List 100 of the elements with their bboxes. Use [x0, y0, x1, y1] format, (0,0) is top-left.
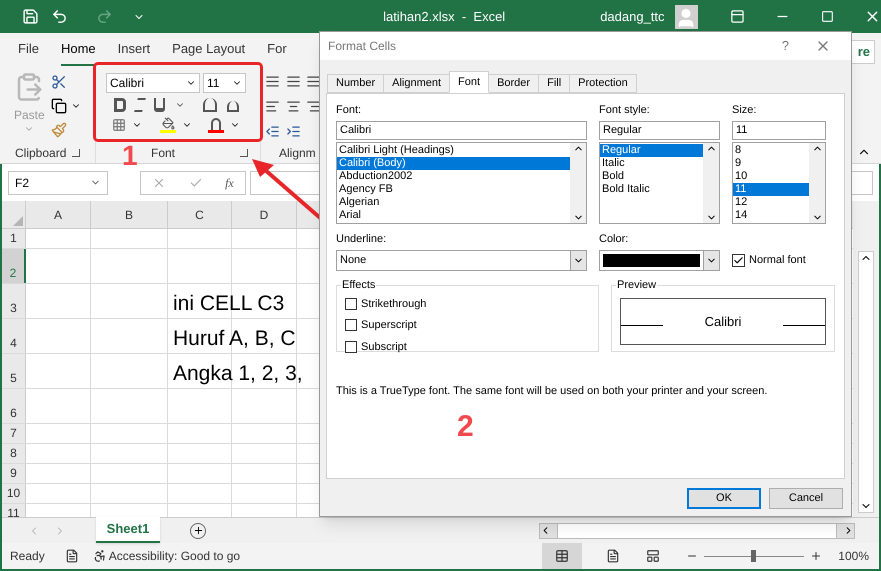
ribbon-tab[interactable]: File	[18, 38, 39, 66]
align-center-icon[interactable]	[286, 99, 301, 114]
row-header[interactable]: 7	[2, 424, 26, 443]
list-scrollbar[interactable]	[809, 142, 825, 222]
list-option[interactable]: Agency FB	[337, 182, 570, 196]
list-option[interactable]: Italic	[600, 156, 703, 170]
ribbon-tab[interactable]: Insert	[118, 38, 150, 66]
column-header[interactable]: D	[260, 206, 268, 224]
increase-indent-icon[interactable]	[286, 124, 301, 139]
format-painter-icon[interactable]	[50, 122, 67, 138]
list-option[interactable]: 8	[733, 144, 809, 156]
list-option[interactable]: Abduction2002	[337, 170, 570, 182]
ribbon-tab[interactable]: Alignment	[383, 74, 450, 93]
macro-icon[interactable]	[64, 549, 79, 563]
avatar-icon[interactable]	[674, 4, 698, 28]
undo-icon[interactable]	[51, 8, 68, 25]
list-scrollbar[interactable]	[570, 142, 586, 222]
list-option[interactable]: 9	[733, 156, 809, 170]
zoom-slider-thumb[interactable]	[751, 550, 756, 562]
row-header[interactable]: 11	[2, 504, 26, 517]
accessibility-icon[interactable]	[92, 549, 107, 563]
page-break-icon[interactable]	[646, 549, 660, 563]
list-option[interactable]: 11	[733, 182, 809, 196]
checkbox[interactable]	[345, 298, 357, 310]
font-size-field[interactable]: 11	[203, 73, 246, 93]
row-header[interactable]: 3	[2, 284, 26, 318]
underline-dropdown[interactable]: None	[336, 250, 587, 271]
list-option[interactable]: Calibri (Body)	[337, 156, 570, 170]
ribbon-tab[interactable]: Home	[60, 38, 96, 66]
align-top-icon[interactable]	[265, 74, 280, 89]
row-header[interactable]: 9	[2, 464, 26, 483]
checkbox[interactable]	[345, 340, 357, 353]
borders-icon[interactable]	[112, 118, 126, 132]
group-legend: Preview	[616, 277, 658, 294]
column-header[interactable]: A	[54, 206, 62, 224]
insert-function-button[interactable]: fx	[225, 174, 234, 192]
list-option[interactable]: Bold Italic	[600, 182, 703, 196]
list-option[interactable]: Arial	[337, 208, 570, 222]
ribbon-tab[interactable]: Font	[449, 71, 490, 93]
align-middle-icon[interactable]	[286, 74, 301, 89]
row-header[interactable]: 8	[2, 444, 26, 463]
font-color-icon[interactable]	[208, 118, 224, 132]
font-field[interactable]: Calibri	[336, 120, 587, 140]
row-header[interactable]: 6	[2, 389, 26, 423]
ribbon-tab[interactable]: Border	[488, 74, 540, 93]
list-option[interactable]: Calibri Light (Headings)	[337, 144, 570, 156]
page-layout-icon[interactable]	[606, 549, 620, 563]
group-label: Alignm	[279, 145, 316, 162]
underline-icon[interactable]	[154, 98, 165, 112]
zoom-level[interactable]: 100%	[838, 547, 869, 565]
maximize-icon[interactable]	[821, 10, 834, 23]
align-right-icon[interactable]	[306, 99, 322, 114]
ribbon-tab[interactable]: Fill	[538, 74, 570, 93]
ribbon-display-icon[interactable]	[730, 9, 746, 24]
dialog-button[interactable]: Cancel	[769, 488, 843, 509]
fill-color-icon[interactable]	[160, 117, 176, 133]
align-left-icon[interactable]	[265, 99, 280, 114]
row-header[interactable]: 4	[2, 319, 26, 353]
align-bottom-icon[interactable]	[306, 74, 322, 89]
sheet-tab[interactable]: Sheet1	[96, 516, 160, 542]
list-option[interactable]: 10	[733, 170, 809, 182]
list-scrollbar[interactable]	[703, 142, 719, 222]
checkbox-label: Strikethrough	[361, 296, 426, 312]
list-option[interactable]: Regular	[600, 144, 703, 156]
copy-icon[interactable]	[50, 98, 67, 114]
ribbon-tab[interactable]: Page Layout	[172, 38, 246, 66]
list-option[interactable]: Algerian	[337, 196, 570, 208]
column-header[interactable]: C	[195, 206, 204, 224]
ribbon-tab[interactable]: For	[267, 38, 287, 66]
checkbox[interactable]	[345, 319, 357, 332]
cut-icon[interactable]	[50, 74, 67, 90]
font-name-field[interactable]: Calibri	[106, 73, 200, 93]
row-header[interactable]: 5	[2, 354, 26, 388]
name-box[interactable]: F2	[8, 170, 108, 194]
help-button[interactable]: ?	[782, 36, 789, 56]
size-field[interactable]: 11	[732, 120, 826, 140]
color-dropdown[interactable]	[599, 250, 720, 271]
vertical-scrollbar[interactable]	[858, 251, 874, 513]
dialog-button[interactable]: OK	[687, 488, 761, 509]
row-header[interactable]: 2	[2, 249, 26, 283]
add-sheet-icon[interactable]	[190, 522, 206, 538]
field-label: Underline:	[336, 232, 388, 246]
column-header[interactable]: B	[124, 206, 133, 224]
save-icon[interactable]	[22, 8, 39, 25]
row-header[interactable]: 10	[2, 484, 26, 503]
row-header[interactable]: 1	[2, 229, 26, 248]
normal-view-icon[interactable]	[542, 543, 582, 569]
checkbox[interactable]	[732, 254, 745, 267]
accessibility-status[interactable]: Accessibility: Good to go	[108, 547, 240, 565]
dialog-launcher-icon[interactable]	[72, 149, 80, 157]
dialog-launcher-icon[interactable]	[240, 149, 248, 157]
zoom-in-icon[interactable]	[810, 550, 822, 562]
list-option[interactable]: 14	[733, 208, 809, 222]
decrease-indent-icon[interactable]	[265, 124, 280, 139]
font-style-field[interactable]: Regular	[599, 120, 720, 140]
list-option[interactable]: Bold	[600, 170, 703, 182]
horizontal-scrollbar[interactable]	[539, 522, 855, 538]
list-option[interactable]: 12	[733, 196, 809, 208]
ribbon-tab[interactable]: Number	[327, 74, 384, 93]
ribbon-tab[interactable]: Protection	[569, 74, 637, 93]
